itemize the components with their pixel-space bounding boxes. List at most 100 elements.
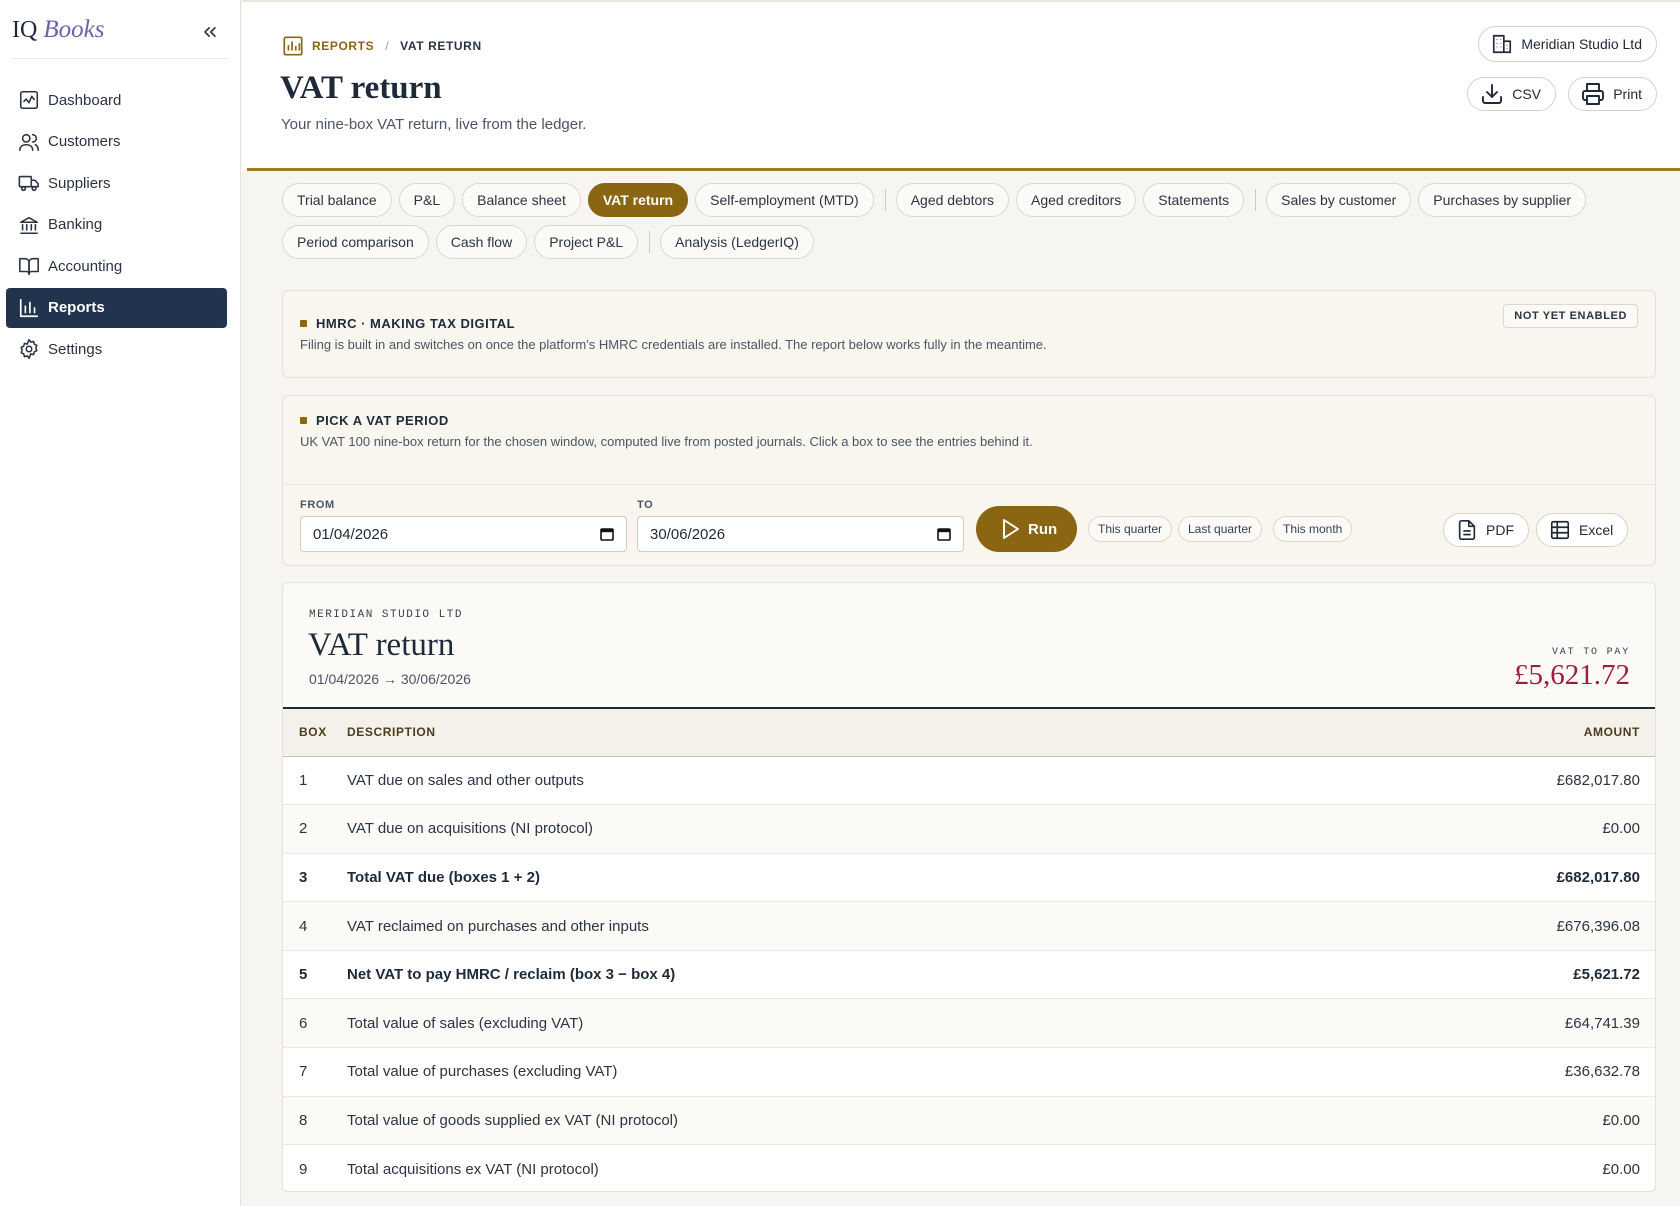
report-header: MERIDIAN STUDIO LTD VAT return 01/04/202… bbox=[283, 583, 1655, 709]
sidebar-item-reports[interactable]: Reports bbox=[6, 287, 227, 328]
sidebar-item-suppliers[interactable]: Suppliers bbox=[6, 163, 227, 203]
run-button[interactable]: Run bbox=[976, 506, 1078, 552]
sidebar-nav: Dashboard Customers Suppliers Banking Ac… bbox=[6, 80, 227, 371]
run-label: Run bbox=[1028, 520, 1058, 538]
tab-aged-creditors[interactable]: Aged creditors bbox=[1016, 183, 1137, 217]
table-row[interactable]: 8 Total value of goods supplied ex VAT (… bbox=[283, 1096, 1655, 1146]
sidebar-item-dashboard[interactable]: Dashboard bbox=[6, 80, 227, 120]
to-date-input[interactable]: 30/06/2026 bbox=[637, 516, 964, 552]
box-number: 7 bbox=[283, 1047, 347, 1097]
breadcrumb-separator: / bbox=[385, 39, 390, 53]
box-number: 6 bbox=[283, 998, 347, 1049]
vat-to-pay-amount: £5,621.72 bbox=[1514, 659, 1630, 691]
table-row[interactable]: 9 Total acquisitions ex VAT (NI protocol… bbox=[283, 1144, 1655, 1191]
sidebar-item-label: Settings bbox=[48, 340, 103, 358]
building-icon bbox=[1493, 34, 1512, 54]
breadcrumb-current: VAT RETURN bbox=[400, 39, 482, 53]
brand-name-books: Books bbox=[43, 16, 105, 43]
tab-separator bbox=[1255, 189, 1257, 211]
breadcrumb-reports[interactable]: REPORTS bbox=[312, 39, 374, 53]
table-row[interactable]: 1 VAT due on sales and other outputs £68… bbox=[283, 756, 1655, 806]
tab-separator bbox=[884, 189, 886, 211]
pdf-label: PDF bbox=[1486, 522, 1514, 538]
tab-separator bbox=[649, 231, 651, 253]
tab-row-1: Trial balance P&L Balance sheet VAT retu… bbox=[282, 183, 1652, 217]
table-row[interactable]: 2 VAT due on acquisitions (NI protocol) … bbox=[283, 804, 1655, 854]
tab-trial-balance[interactable]: Trial balance bbox=[282, 183, 392, 217]
box-number: 8 bbox=[283, 1096, 347, 1146]
report-title: VAT return bbox=[308, 627, 455, 663]
print-button[interactable]: Print bbox=[1568, 77, 1657, 111]
table-row[interactable]: 7 Total value of purchases (excluding VA… bbox=[283, 1047, 1655, 1097]
sidebar-item-customers[interactable]: Customers bbox=[6, 122, 227, 162]
from-date-value: 01/04/2026 bbox=[313, 525, 389, 543]
sidebar-item-settings[interactable]: Settings bbox=[6, 329, 227, 369]
report-date-range: 01/04/2026 → 30/06/2026 bbox=[309, 671, 471, 687]
sidebar-item-banking[interactable]: Banking bbox=[6, 205, 227, 245]
vat-return-report: MERIDIAN STUDIO LTD VAT return 01/04/202… bbox=[282, 582, 1656, 1192]
page-title: VAT return bbox=[280, 70, 442, 106]
company-switcher-button[interactable]: Meridian Studio Ltd bbox=[1478, 26, 1657, 62]
pdf-export-button[interactable]: PDF bbox=[1443, 513, 1529, 547]
calendar-icon[interactable] bbox=[600, 527, 614, 541]
preset-this-quarter[interactable]: This quarter bbox=[1088, 516, 1173, 542]
vat-period-panel: PICK A VAT PERIOD UK VAT 100 nine-box re… bbox=[282, 395, 1656, 566]
box-amount: £0.00 bbox=[1355, 1096, 1655, 1146]
box-amount: £682,017.80 bbox=[1355, 853, 1655, 903]
tab-cash-flow[interactable]: Cash flow bbox=[435, 225, 528, 259]
tab-balance-sheet[interactable]: Balance sheet bbox=[462, 183, 581, 217]
csv-export-button[interactable]: CSV bbox=[1467, 77, 1556, 111]
tab-project-pl[interactable]: Project P&L bbox=[534, 225, 639, 259]
preset-this-month[interactable]: This month bbox=[1273, 516, 1353, 542]
box-description: VAT reclaimed on purchases and other inp… bbox=[347, 901, 1356, 951]
box-number: 2 bbox=[283, 804, 347, 854]
tab-row-2: Period comparison Cash flow Project P&L … bbox=[282, 225, 1652, 259]
tab-aged-debtors[interactable]: Aged debtors bbox=[895, 183, 1009, 217]
box-description: VAT due on sales and other outputs bbox=[347, 756, 1356, 806]
excel-label: Excel bbox=[1579, 522, 1614, 538]
sidebar-item-accounting[interactable]: Accounting bbox=[6, 246, 227, 286]
sidebar-item-label: Reports bbox=[48, 299, 105, 316]
from-label: FROM bbox=[300, 499, 335, 511]
sidebar-item-label: Customers bbox=[48, 133, 121, 150]
tab-period-comparison[interactable]: Period comparison bbox=[282, 225, 429, 259]
download-icon bbox=[1482, 84, 1503, 104]
calendar-icon[interactable] bbox=[937, 527, 951, 541]
play-icon bbox=[1003, 519, 1019, 539]
tab-statements[interactable]: Statements bbox=[1143, 183, 1245, 217]
vat-box-table: BOX DESCRIPTION AMOUNT 1 VAT due on sale… bbox=[283, 709, 1655, 1191]
column-header-amount: AMOUNT bbox=[1355, 709, 1655, 757]
box-description: Total value of sales (excluding VAT) bbox=[347, 998, 1356, 1049]
tab-purchases-by-supplier[interactable]: Purchases by supplier bbox=[1418, 183, 1587, 217]
tab-self-employment[interactable]: Self-employment (MTD) bbox=[695, 183, 874, 217]
sidebar-item-label: Suppliers bbox=[48, 174, 111, 192]
tab-sales-by-customer[interactable]: Sales by customer bbox=[1266, 183, 1412, 217]
table-row[interactable]: 6 Total value of sales (excluding VAT) £… bbox=[283, 998, 1655, 1049]
box-number: 5 bbox=[283, 950, 347, 1000]
box-amount: £676,396.08 bbox=[1355, 901, 1655, 951]
hmrc-panel-title: HMRC · MAKING TAX DIGITAL bbox=[300, 316, 515, 331]
grid-icon bbox=[1550, 520, 1570, 540]
table-row[interactable]: 5 Net VAT to pay HMRC / reclaim (box 3 −… bbox=[283, 950, 1655, 1000]
bullet-icon bbox=[300, 320, 307, 327]
report-tabs: Trial balance P&L Balance sheet VAT retu… bbox=[282, 183, 1652, 267]
table-row[interactable]: 3 Total VAT due (boxes 1 + 2) £682,017.8… bbox=[283, 853, 1655, 903]
preset-last-quarter[interactable]: Last quarter bbox=[1178, 516, 1263, 542]
collapse-sidebar-button[interactable] bbox=[196, 18, 224, 46]
hmrc-panel: HMRC · MAKING TAX DIGITAL Filing is buil… bbox=[282, 290, 1656, 378]
file-icon bbox=[1458, 520, 1476, 540]
from-date-input[interactable]: 01/04/2026 bbox=[300, 516, 627, 552]
excel-export-button[interactable]: Excel bbox=[1536, 513, 1629, 547]
tab-vat-return[interactable]: VAT return bbox=[587, 183, 689, 217]
company-name: Meridian Studio Ltd bbox=[1521, 36, 1642, 52]
print-label: Print bbox=[1613, 86, 1642, 102]
column-header-box: BOX bbox=[283, 709, 347, 757]
tab-analysis-ledgeriq[interactable]: Analysis (LedgerIQ) bbox=[660, 225, 814, 259]
table-row[interactable]: 4 VAT reclaimed on purchases and other i… bbox=[283, 901, 1655, 951]
chevrons-left-icon bbox=[204, 27, 216, 38]
page-subtitle: Your nine-box VAT return, live from the … bbox=[281, 116, 587, 133]
bar-chart-icon bbox=[19, 298, 39, 317]
brand-logo[interactable]: IQ Books bbox=[12, 16, 104, 44]
tab-pl[interactable]: P&L bbox=[398, 183, 456, 217]
customers-icon bbox=[19, 133, 39, 151]
